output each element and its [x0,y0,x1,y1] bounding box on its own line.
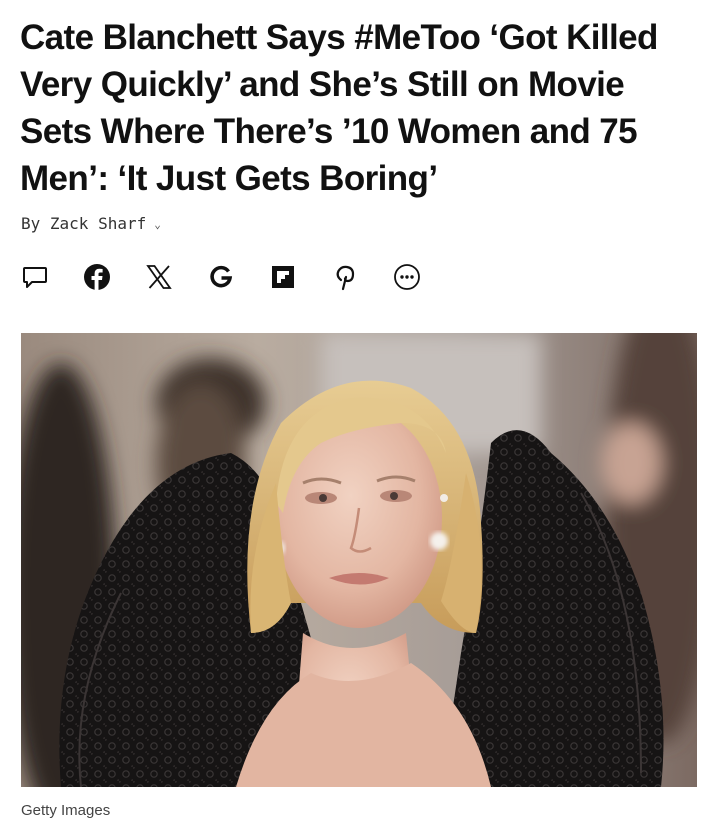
more-icon[interactable] [392,262,422,292]
byline[interactable]: By Zack Sharf ⌄ [21,210,161,236]
photo-credit: Getty Images [21,802,111,819]
article-headline: Cate Blanchett Says #MeToo ‘Got Killed V… [20,18,658,198]
pinterest-icon[interactable] [330,262,360,292]
portrait-illustration [21,333,697,787]
article-photo [21,333,697,787]
comment-icon[interactable] [20,262,50,292]
flipboard-icon[interactable] [268,262,298,292]
google-icon[interactable] [206,262,236,292]
facebook-icon[interactable] [82,262,112,292]
chevron-down-icon[interactable]: ⌄ [154,218,161,231]
share-bar [20,261,422,293]
x-icon[interactable] [144,262,174,292]
author-name[interactable]: By Zack Sharf [21,214,146,233]
